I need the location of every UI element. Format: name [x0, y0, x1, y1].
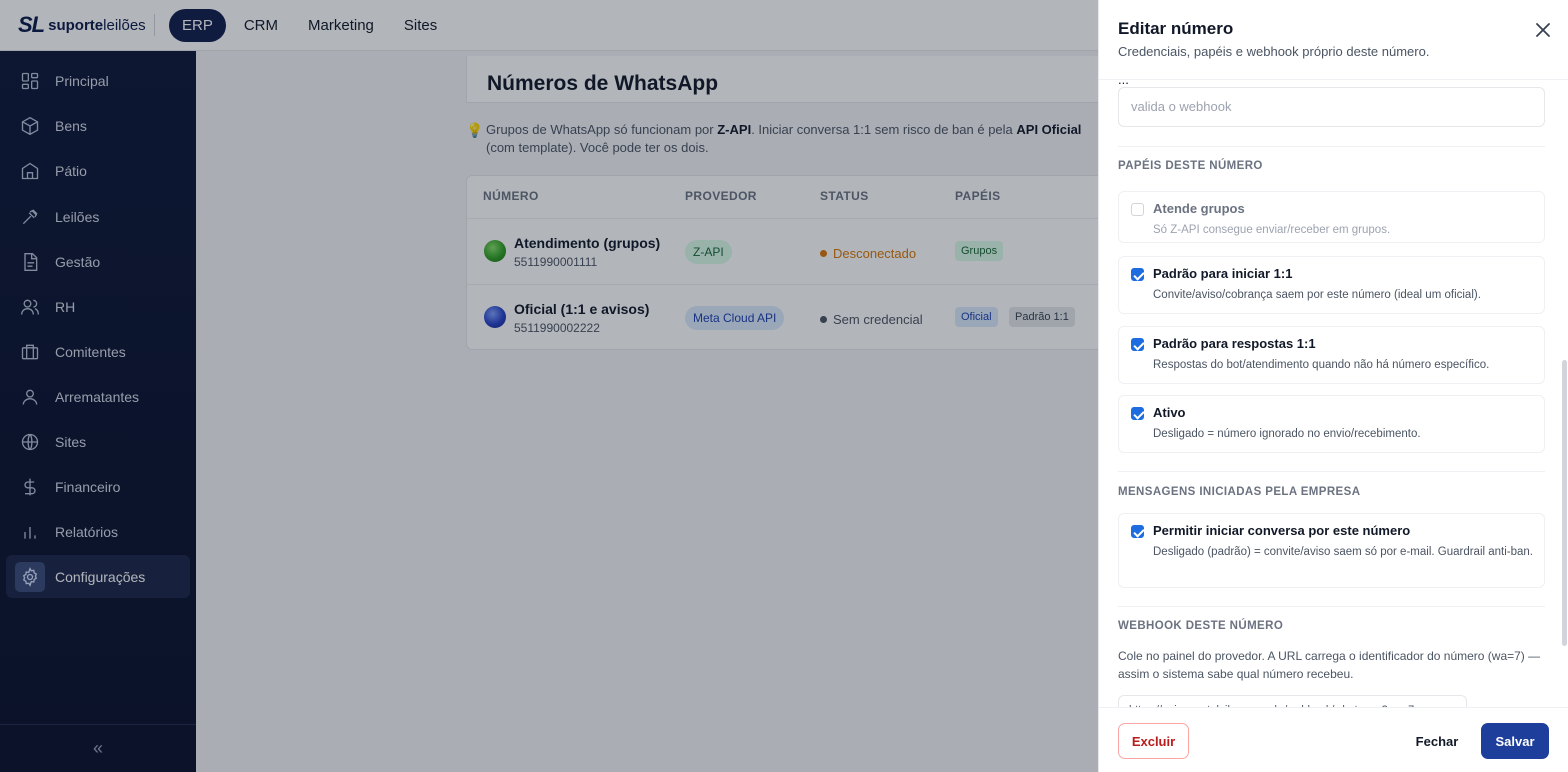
- role-option-groups: Atende grupos Só Z-API consegue enviar/r…: [1118, 191, 1545, 243]
- role-option-active[interactable]: Ativo Desligado = número ignorado no env…: [1118, 395, 1545, 453]
- option-title: Atende grupos: [1153, 201, 1245, 216]
- divider: [1118, 146, 1545, 147]
- drawer-body[interactable]: ... valida o webhook PAPÉIS DESTE NÚMERO…: [1099, 80, 1568, 707]
- drawer-subtitle: Credenciais, papéis e webhook próprio de…: [1118, 44, 1430, 59]
- option-title: Ativo: [1153, 405, 1186, 420]
- option-description: Desligado (padrão) = convite/aviso saem …: [1153, 546, 1534, 558]
- section-title-messages: MENSAGENS INICIADAS PELA EMPRESA: [1118, 486, 1361, 498]
- field-label-partial: ...: [1118, 80, 1129, 87]
- checkbox-default-reply[interactable]: [1131, 338, 1144, 351]
- drawer-footer: Excluir Fechar Salvar: [1099, 707, 1568, 772]
- option-allow-start-conversation[interactable]: Permitir iniciar conversa por este númer…: [1118, 513, 1545, 588]
- section-title-webhook: WEBHOOK DESTE NÚMERO: [1118, 620, 1284, 632]
- option-title: Permitir iniciar conversa por este númer…: [1153, 523, 1411, 538]
- webhook-url-field[interactable]: https://api.suporteleiloes.com.br/webhoo…: [1118, 695, 1467, 707]
- close-button[interactable]: Fechar: [1404, 723, 1470, 759]
- close-icon[interactable]: [1533, 20, 1553, 40]
- option-title: Padrão para iniciar 1:1: [1153, 266, 1293, 281]
- webhook-description: Cole no painel do provedor. A URL carreg…: [1118, 649, 1541, 681]
- drawer-title: Editar número: [1118, 19, 1234, 38]
- divider: [1118, 471, 1545, 472]
- divider: [1118, 606, 1545, 607]
- checkbox-active[interactable]: [1131, 407, 1144, 420]
- role-option-default-start[interactable]: Padrão para iniciar 1:1 Convite/aviso/co…: [1118, 256, 1545, 314]
- section-title-roles: PAPÉIS DESTE NÚMERO: [1118, 160, 1263, 172]
- option-description: Desligado = número ignorado no envio/rec…: [1153, 428, 1421, 440]
- option-title: Padrão para respostas 1:1: [1153, 336, 1316, 351]
- save-button[interactable]: Salvar: [1481, 723, 1549, 759]
- drawer-header: Editar número Credenciais, papéis e webh…: [1099, 0, 1568, 80]
- drawer-scrollbar[interactable]: [1562, 360, 1567, 646]
- role-option-default-reply[interactable]: Padrão para respostas 1:1 Respostas do b…: [1118, 326, 1545, 384]
- modal-backdrop[interactable]: [0, 0, 1098, 772]
- option-description: Respostas do bot/atendimento quando não …: [1153, 359, 1490, 371]
- delete-button[interactable]: Excluir: [1118, 723, 1189, 759]
- edit-number-drawer: Editar número Credenciais, papéis e webh…: [1098, 0, 1568, 772]
- webhook-verify-input[interactable]: valida o webhook: [1118, 87, 1545, 127]
- option-description: Só Z-API consegue enviar/receber em grup…: [1153, 224, 1391, 236]
- checkbox-default-start[interactable]: [1131, 268, 1144, 281]
- checkbox-allow-start[interactable]: [1131, 525, 1144, 538]
- option-description: Convite/aviso/cobrança saem por este núm…: [1153, 289, 1481, 301]
- checkbox-groups: [1131, 203, 1144, 216]
